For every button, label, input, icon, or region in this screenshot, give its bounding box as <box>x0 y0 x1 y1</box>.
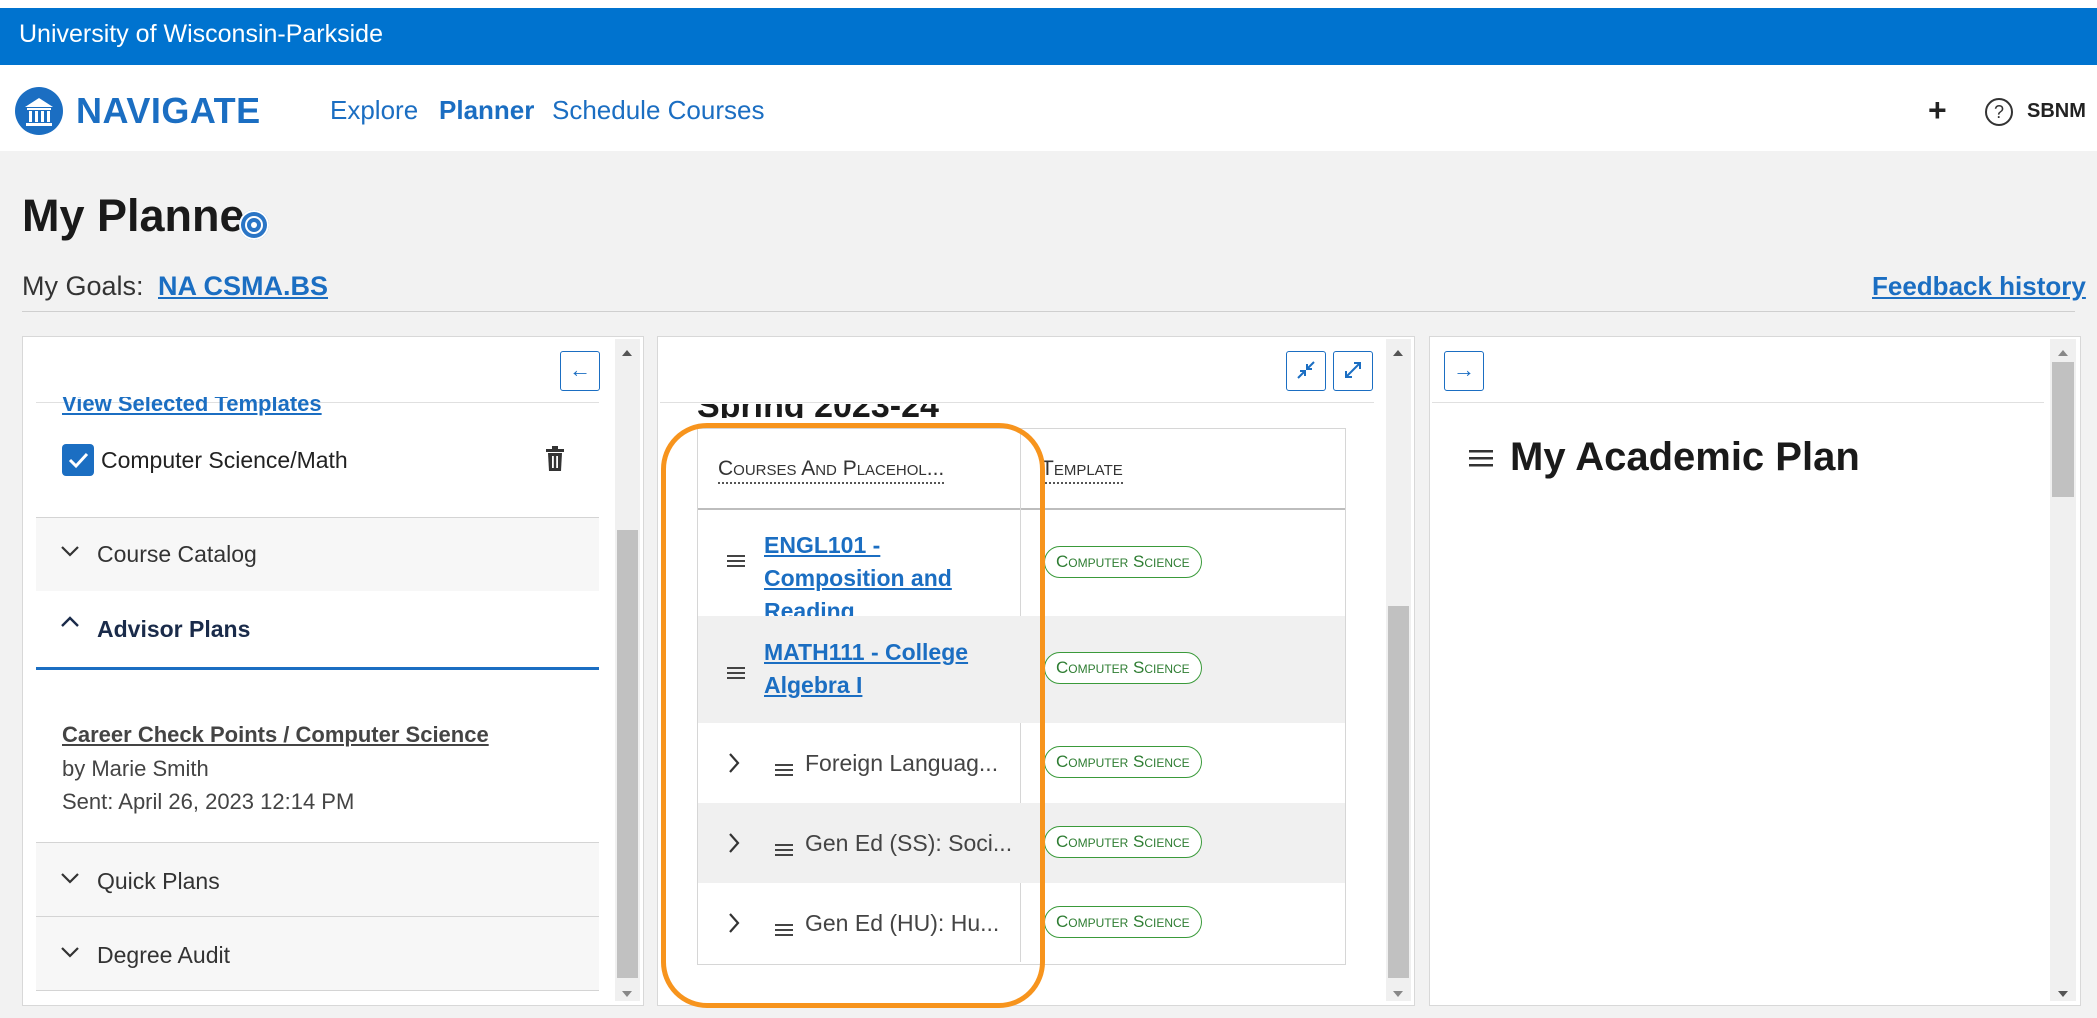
table-row[interactable] <box>698 723 1345 803</box>
table-row[interactable] <box>698 883 1345 962</box>
help-icon[interactable]: ? <box>1985 98 2013 126</box>
advisor-plan-sent-date: Sent: April 26, 2023 12:14 PM <box>62 789 355 814</box>
degree-audit-section[interactable]: Degree Audit <box>36 916 599 991</box>
right-panel-scroll-thumb[interactable] <box>2052 362 2074 497</box>
template-badge: Computer Science <box>1044 746 1202 778</box>
nav-planner-link[interactable]: Planner <box>439 95 534 126</box>
university-logo-icon[interactable] <box>15 87 63 135</box>
scroll-up-icon[interactable] <box>2057 344 2069 362</box>
feedback-history-link[interactable]: Feedback history <box>1872 271 2086 302</box>
checkbox-checked-icon[interactable] <box>62 444 94 476</box>
left-panel-scroll-thumb[interactable] <box>617 530 638 978</box>
collapse-icon[interactable] <box>1286 351 1326 391</box>
expand-icon[interactable] <box>1333 351 1373 391</box>
template-badge: Computer Science <box>1044 652 1202 684</box>
divider <box>1432 402 2044 403</box>
goals-link[interactable]: NA CSMA.BS <box>158 271 328 302</box>
drag-handle-icon[interactable] <box>727 548 745 574</box>
chevron-right-icon[interactable] <box>727 832 741 859</box>
chevron-right-icon[interactable] <box>727 912 741 939</box>
user-menu[interactable]: SBNM <box>2027 100 2086 123</box>
advisor-plan-author: by Marie Smith <box>62 756 209 781</box>
scroll-down-icon[interactable] <box>1392 985 1404 1003</box>
chevron-down-icon <box>60 945 80 964</box>
table-row[interactable] <box>698 803 1345 883</box>
scroll-down-icon[interactable] <box>621 985 633 1003</box>
drag-handle-icon[interactable] <box>775 757 793 783</box>
scroll-up-icon[interactable] <box>1392 344 1404 362</box>
template-item-label: Computer Science/Math <box>101 447 348 473</box>
page-title: My Planne <box>22 190 245 241</box>
placeholder-label: Gen Ed (HU): Hu... <box>805 910 1000 936</box>
scroll-up-icon[interactable] <box>621 344 633 362</box>
chevron-right-icon[interactable] <box>727 752 741 779</box>
course-catalog-label: Course Catalog <box>97 541 257 567</box>
course-link-math111[interactable]: MATH111 - College Algebra I <box>764 636 994 702</box>
term-title: Spring 2023-24 <box>697 404 939 418</box>
advisor-plans-label: Advisor Plans <box>97 616 251 642</box>
top-navigation <box>0 65 2097 152</box>
quick-plans-label: Quick Plans <box>97 868 220 894</box>
quick-plans-section[interactable]: Quick Plans <box>36 842 599 917</box>
navigate-logo-text[interactable]: NAVIGATE <box>76 90 261 132</box>
course-link-engl101[interactable]: ENGL101 - Composition and Reading <box>764 529 1024 628</box>
add-button[interactable]: + <box>1928 92 1947 129</box>
settings-badge-icon[interactable] <box>239 210 269 240</box>
template-badge: Computer Science <box>1044 826 1202 858</box>
nav-schedule-courses-link[interactable]: Schedule Courses <box>552 95 764 126</box>
trash-icon[interactable] <box>545 446 565 477</box>
advisor-plans-section[interactable]: Advisor Plans <box>36 591 599 670</box>
nav-explore-link[interactable]: Explore <box>330 95 418 126</box>
divider <box>22 311 2075 312</box>
view-selected-templates-link[interactable]: View Selected Templates <box>62 397 322 417</box>
chevron-down-icon <box>60 871 80 890</box>
template-badge: Computer Science <box>1044 906 1202 938</box>
drag-handle-icon[interactable] <box>775 917 793 943</box>
placeholder-label: Gen Ed (SS): Soci... <box>805 830 1013 856</box>
placeholder-label: Foreign Languag... <box>805 750 999 776</box>
goals-label: My Goals: <box>22 271 144 301</box>
course-catalog-section[interactable]: Course Catalog <box>36 517 599 592</box>
drag-handle-icon[interactable] <box>775 837 793 863</box>
chevron-up-icon <box>60 615 80 634</box>
divider <box>660 402 1374 403</box>
degree-audit-label: Degree Audit <box>97 942 230 968</box>
arrow-right-icon[interactable]: → <box>1444 351 1484 391</box>
chevron-down-icon <box>60 538 80 564</box>
column-header-courses[interactable]: Courses And Placehol... <box>718 457 945 484</box>
template-badge: Computer Science <box>1044 546 1202 578</box>
scroll-down-icon[interactable] <box>2057 985 2069 1003</box>
academic-plan-title: My Academic Plan <box>1510 435 1860 479</box>
advisor-plan-title-link[interactable]: Career Check Points / Computer Science <box>62 722 489 748</box>
drag-handle-icon[interactable] <box>1469 449 1493 472</box>
drag-handle-icon[interactable] <box>727 660 745 686</box>
column-header-template[interactable]: Template <box>1041 457 1123 484</box>
university-name: University of Wisconsin-Parkside <box>19 20 383 48</box>
arrow-left-icon[interactable]: ← <box>560 351 600 391</box>
middle-panel-scroll-thumb[interactable] <box>1388 606 1409 978</box>
term-title-clip: Spring 2023-24 <box>697 404 997 418</box>
